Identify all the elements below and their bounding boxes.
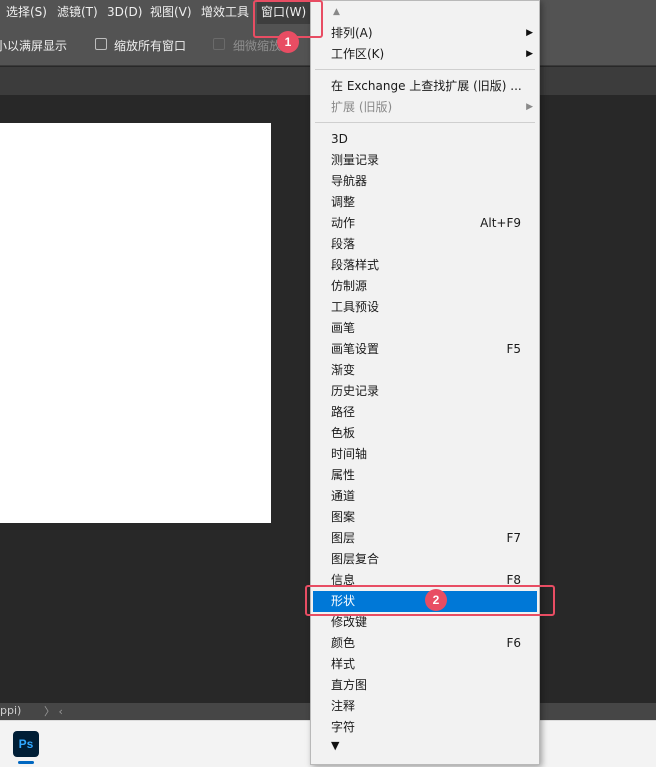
- menu-item-panel[interactable]: 段落样式: [313, 255, 537, 276]
- menu-item-panel[interactable]: 直方图: [313, 675, 537, 696]
- scrubby-zoom-checkbox[interactable]: [213, 38, 225, 50]
- menu-item-panel[interactable]: 字符: [313, 717, 537, 738]
- menu-item-panel[interactable]: 测量记录: [313, 150, 537, 171]
- menu-item-label: 注释: [331, 699, 356, 713]
- submenu-arrow-icon: ▶: [526, 102, 533, 112]
- menu-item-label: 历史记录: [331, 384, 380, 398]
- menu-item-label: 通道: [331, 489, 356, 503]
- menu-item-find-extensions[interactable]: 在 Exchange 上查找扩展 (旧版) ...: [313, 76, 537, 97]
- menu-item-extensions-legacy: 扩展 (旧版) ▶: [313, 97, 537, 118]
- menu-item-label: 工具预设: [331, 300, 380, 314]
- menu-item-panel[interactable]: 图层复合: [313, 549, 537, 570]
- scrubby-zoom-label: 细微缩放: [233, 39, 282, 53]
- menu-item-label: 段落: [331, 237, 356, 251]
- menu-item-shortcut: Alt+F9: [480, 216, 521, 230]
- menu-item-label: 画笔设置: [331, 342, 380, 356]
- window-menu-dropdown: ▲ 排列(A) ▶ 工作区(K) ▶ 在 Exchange 上查找扩展 (旧版)…: [310, 0, 540, 765]
- fit-screen-label[interactable]: 小以满屏显示: [0, 37, 67, 54]
- menu-item-shortcut: F7: [506, 531, 521, 545]
- menu-item-label: 字符: [331, 720, 356, 734]
- menu-item-label: 颜色: [331, 636, 356, 650]
- menu-item-label: 动作: [331, 216, 356, 230]
- menu-item-label: 直方图: [331, 678, 368, 692]
- menu-item-workspace[interactable]: 工作区(K) ▶: [313, 44, 537, 65]
- menu-3d[interactable]: 3D(D): [107, 0, 142, 24]
- scroll-down-arrow-icon[interactable]: ▼: [331, 739, 339, 752]
- menu-item-panel[interactable]: 通道: [313, 486, 537, 507]
- menu-item-panel[interactable]: 画笔: [313, 318, 537, 339]
- menu-item-shortcut: F6: [506, 636, 521, 650]
- menu-item-label: 图层复合: [331, 552, 380, 566]
- menu-filter[interactable]: 滤镜(T): [57, 0, 98, 24]
- menu-plugins[interactable]: 增效工具: [201, 0, 249, 24]
- menu-item-panel[interactable]: 调整: [313, 192, 537, 213]
- menu-separator: [315, 69, 535, 70]
- menu-select[interactable]: 选择(S): [6, 0, 47, 24]
- menu-item-panel[interactable]: 工具预设: [313, 297, 537, 318]
- menu-item-label: 导航器: [331, 174, 368, 188]
- menu-item-panel[interactable]: 渐变: [313, 360, 537, 381]
- menu-item-label: 段落样式: [331, 258, 380, 272]
- menu-item-panel[interactable]: 3D: [313, 129, 537, 150]
- menu-item-label: 测量记录: [331, 153, 380, 167]
- menu-item-panel[interactable]: 图层 F7: [313, 528, 537, 549]
- menu-item-label: 路径: [331, 405, 356, 419]
- scroll-up-arrow-icon[interactable]: ▲: [333, 7, 340, 17]
- menu-item-panel[interactable]: 动作 Alt+F9: [313, 213, 537, 234]
- document-canvas[interactable]: [0, 123, 271, 523]
- menu-item-panel[interactable]: 画笔设置 F5: [313, 339, 537, 360]
- menu-item-label: 图案: [331, 510, 356, 524]
- menu-item-shortcut: F5: [506, 342, 521, 356]
- submenu-arrow-icon: ▶: [526, 28, 533, 38]
- submenu-arrow-icon: ▶: [526, 49, 533, 59]
- menu-item-panel[interactable]: 路径: [313, 402, 537, 423]
- menu-item-panel[interactable]: 导航器: [313, 171, 537, 192]
- menu-item-label: 仿制源: [331, 279, 368, 293]
- status-text: ppi): [0, 704, 22, 717]
- menu-item-panel[interactable]: 属性: [313, 465, 537, 486]
- zoom-all-windows-label: 缩放所有窗口: [114, 39, 187, 53]
- photoshop-taskbar-icon[interactable]: Ps: [13, 731, 39, 757]
- menu-item-label: 渐变: [331, 363, 356, 377]
- menu-item-panel[interactable]: 注释: [313, 696, 537, 717]
- menu-item-panel[interactable]: 图案: [313, 507, 537, 528]
- status-chevron-icon[interactable]: 〉 ‹: [44, 703, 63, 719]
- menu-item-label: 属性: [331, 468, 356, 482]
- menu-item-label: 样式: [331, 657, 356, 671]
- menu-item-panel[interactable]: 历史记录: [313, 381, 537, 402]
- menu-item-panel[interactable]: 仿制源: [313, 276, 537, 297]
- menu-item-label: 图层: [331, 531, 356, 545]
- menu-item-panel[interactable]: 段落: [313, 234, 537, 255]
- active-app-indicator: [18, 761, 34, 764]
- menu-item-arrange[interactable]: 排列(A) ▶: [313, 23, 537, 44]
- menu-item-label: 时间轴: [331, 447, 368, 461]
- zoom-all-windows-checkbox[interactable]: [95, 38, 107, 50]
- menu-item-label: 色板: [331, 426, 356, 440]
- menu-item-panel[interactable]: 色板: [313, 423, 537, 444]
- step-badge-1: 1: [277, 31, 299, 53]
- menu-separator: [315, 122, 535, 123]
- step-badge-2: 2: [425, 589, 447, 611]
- menu-item-label: 调整: [331, 195, 356, 209]
- menu-item-label: 3D: [331, 132, 348, 146]
- menu-item-label: 画笔: [331, 321, 356, 335]
- menu-item-panel[interactable]: 样式: [313, 654, 537, 675]
- menu-item-panel[interactable]: 时间轴: [313, 444, 537, 465]
- menu-item-panel[interactable]: 颜色 F6: [313, 633, 537, 654]
- menu-view[interactable]: 视图(V): [150, 0, 192, 24]
